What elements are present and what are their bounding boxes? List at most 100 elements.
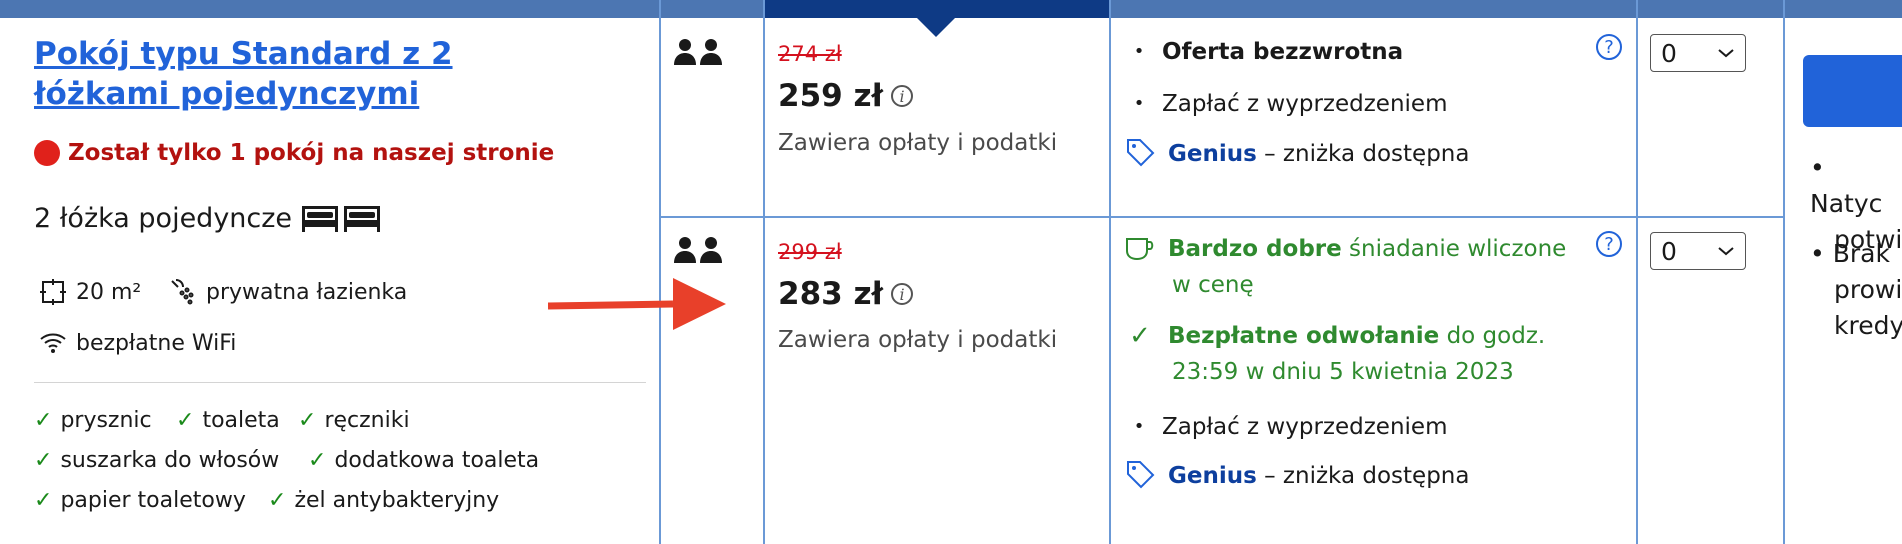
scarcity-text: Został tylko 1 pokój na naszej stronie bbox=[68, 140, 555, 166]
reserve-button[interactable] bbox=[1803, 55, 1902, 127]
bullet-icon: • bbox=[1133, 41, 1145, 62]
genius-discount: Genius – zniżka dostępna bbox=[1124, 136, 1469, 172]
amenity-label: ręczniki bbox=[324, 408, 410, 433]
amenity-item: ✓ papier toaletowy bbox=[34, 488, 246, 513]
amenity-item: ✓ prysznic bbox=[34, 408, 152, 433]
room-size-icon bbox=[40, 279, 66, 305]
breakfast-text: śniadanie wliczone bbox=[1349, 236, 1567, 262]
amenity-label: dodatkowa toaleta bbox=[334, 448, 540, 473]
pay-ahead-text: Zapłać z wyprzedzeniem bbox=[1162, 91, 1448, 117]
select-value: 0 bbox=[1661, 236, 1677, 266]
breakfast-item: Bardzo dobre śniadanie wliczone w cenę bbox=[1124, 231, 1566, 303]
price-column-header-selected[interactable] bbox=[763, 0, 1110, 18]
amenity-label: prysznic bbox=[60, 408, 152, 433]
room-size-text: 20 m² bbox=[76, 279, 142, 305]
price-value: 283 zł bbox=[778, 276, 884, 312]
column-divider bbox=[763, 0, 765, 544]
genius-label: Genius bbox=[1168, 463, 1257, 489]
bathroom: prywatna łazienka bbox=[168, 277, 407, 307]
genius-suffix: – zniżka dostępna bbox=[1264, 463, 1470, 489]
amenity-label: żel antybakteryjny bbox=[294, 488, 500, 513]
nonrefundable-item: • Oferta bezzwrotna bbox=[1128, 34, 1403, 70]
check-icon: ✓ bbox=[34, 488, 53, 513]
amenity-label: papier toaletowy bbox=[60, 488, 246, 513]
wifi-icon bbox=[40, 333, 66, 353]
breakfast-text-line2: w cenę bbox=[1172, 272, 1254, 298]
amenity-label: toaleta bbox=[202, 408, 280, 433]
genius-suffix: – zniżka dostępna bbox=[1264, 141, 1470, 167]
wifi: bezpłatne WiFi bbox=[38, 328, 236, 358]
column-divider bbox=[1109, 0, 1111, 544]
chevron-down-icon bbox=[1718, 247, 1734, 256]
check-icon: ✓ bbox=[298, 408, 317, 433]
room-size: 20 m² bbox=[38, 277, 141, 307]
cancel-text-line2: 23:59 w dniu 5 kwietnia 2023 bbox=[1172, 359, 1514, 385]
amenities-divider bbox=[34, 382, 646, 383]
current-price: 259 zł i bbox=[778, 78, 914, 114]
red-arrow-icon bbox=[548, 278, 726, 330]
two-guests-icon bbox=[674, 237, 722, 263]
column-divider bbox=[1783, 0, 1785, 544]
amenity-label: suszarka do włosów bbox=[60, 448, 280, 473]
column-divider bbox=[1636, 0, 1638, 544]
note-text: Brak bbox=[1832, 239, 1890, 268]
amenity-item: ✓ ręczniki bbox=[298, 408, 410, 433]
note-text: kredy bbox=[1834, 311, 1902, 340]
pay-ahead-item: • Zapłać z wyprzedzeniem bbox=[1128, 409, 1448, 445]
bullet-icon: • bbox=[1133, 93, 1145, 114]
price-value: 259 zł bbox=[778, 78, 884, 114]
two-guests-icon bbox=[674, 39, 722, 65]
tag-icon bbox=[1127, 461, 1155, 489]
bathtub-icon bbox=[171, 279, 194, 305]
amenity-item: ✓ suszarka do włosów bbox=[34, 448, 279, 473]
current-price: 283 zł i bbox=[778, 276, 914, 312]
sort-indicator bbox=[917, 18, 955, 37]
help-icon[interactable]: ? bbox=[1596, 34, 1622, 60]
single-bed-icon bbox=[302, 206, 381, 232]
original-price: 299 zł bbox=[778, 240, 842, 264]
row-divider bbox=[659, 216, 1785, 218]
help-icon[interactable]: ? bbox=[1596, 231, 1622, 257]
original-price: 274 zł bbox=[778, 42, 842, 66]
amenity-item: ✓ dodatkowa toaleta bbox=[308, 448, 539, 473]
info-icon[interactable]: i bbox=[891, 283, 914, 305]
pay-ahead-text: Zapłać z wyprzedzeniem bbox=[1162, 414, 1448, 440]
wifi-text: bezpłatne WiFi bbox=[76, 330, 237, 356]
genius-label: Genius bbox=[1168, 141, 1257, 167]
note-text: Natyc bbox=[1810, 189, 1883, 218]
amenity-item: ✓ żel antybakteryjny bbox=[268, 488, 499, 513]
beds-text: 2 łóżka pojedyncze bbox=[34, 202, 293, 234]
nonrefundable-text: Oferta bezzwrotna bbox=[1162, 39, 1404, 65]
coffee-cup-icon bbox=[1126, 238, 1154, 261]
cancel-text: do godz. bbox=[1446, 323, 1546, 349]
bed-info: 2 łóżka pojedyncze bbox=[34, 202, 384, 234]
check-icon: ✓ bbox=[34, 408, 53, 433]
info-icon[interactable]: i bbox=[891, 85, 914, 107]
check-icon: ✓ bbox=[308, 448, 327, 473]
select-value: 0 bbox=[1661, 38, 1677, 68]
check-icon: ✓ bbox=[176, 408, 195, 433]
check-icon: ✓ bbox=[34, 448, 53, 473]
no-fees-note: • Brak prowi kredy bbox=[1810, 236, 1902, 344]
bullet-icon: • bbox=[1133, 416, 1145, 437]
column-divider bbox=[659, 0, 661, 544]
alert-dot-icon bbox=[34, 140, 60, 166]
genius-discount: Genius – zniżka dostępna bbox=[1124, 458, 1469, 494]
amenity-item: ✓ toaleta bbox=[176, 408, 280, 433]
pay-ahead-item: • Zapłać z wyprzedzeniem bbox=[1128, 86, 1448, 122]
room-quantity-select[interactable]: 0 bbox=[1650, 34, 1746, 72]
cancel-strong: Bezpłatne odwołanie bbox=[1168, 323, 1440, 349]
room-quantity-select[interactable]: 0 bbox=[1650, 232, 1746, 270]
free-cancellation-item: ✓ Bezpłatne odwołanie do godz. 23:59 w d… bbox=[1124, 318, 1545, 390]
check-icon: ✓ bbox=[268, 488, 287, 513]
breakfast-strong: Bardzo dobre bbox=[1168, 236, 1342, 262]
room-title-link[interactable]: Pokój typu Standard z 2 łóżkami pojedync… bbox=[34, 34, 594, 114]
chevron-down-icon bbox=[1718, 49, 1734, 58]
tag-icon bbox=[1127, 139, 1155, 167]
scarcity-alert: Został tylko 1 pokój na naszej stronie bbox=[34, 140, 554, 166]
taxes-note: Zawiera opłaty i podatki bbox=[778, 327, 1058, 353]
taxes-note: Zawiera opłaty i podatki bbox=[778, 130, 1058, 156]
check-icon: ✓ bbox=[1129, 321, 1151, 351]
note-text: prowi bbox=[1834, 275, 1902, 304]
bathroom-text: prywatna łazienka bbox=[206, 279, 408, 305]
